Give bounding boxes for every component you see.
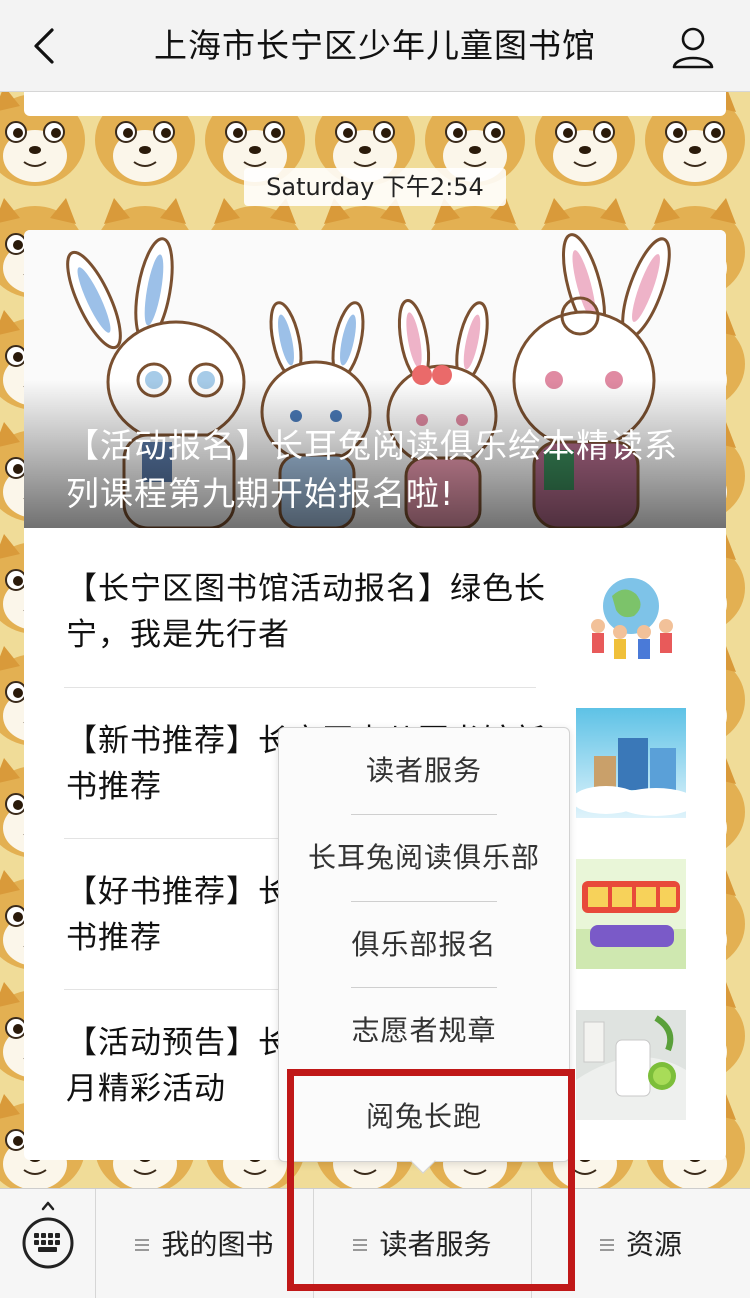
- previous-message-card-edge: [24, 92, 726, 116]
- keyboard-icon: [22, 1201, 74, 1269]
- navigation-bar: 上海市长宁区少年儿童图书馆: [0, 0, 750, 92]
- chat-timestamp: Saturday 下午2:54: [244, 168, 506, 206]
- keyboard-toggle-button[interactable]: [0, 1189, 96, 1298]
- books-clouds-thumbnail: [576, 708, 686, 818]
- submenu-item-volunteer-rules[interactable]: 志愿者规章: [279, 988, 569, 1074]
- chevron-left-icon[interactable]: [26, 24, 66, 68]
- hero-article-title[interactable]: 【活动报名】长耳兔阅读俱乐绘本精读系列课程第九期开始报名啦!: [66, 422, 686, 518]
- menu-button-resources[interactable]: 资源: [532, 1189, 750, 1298]
- summer-drink-thumbnail: [576, 1010, 686, 1120]
- menu-button-label: 读者服务: [379, 1228, 492, 1261]
- menu-button-label: 资源: [625, 1228, 682, 1261]
- article-list-item[interactable]: 【长宁区图书馆活动报名】绿色长宁，我是先行者: [24, 528, 726, 678]
- menu-button-reader-service[interactable]: 读者服务: [314, 1189, 532, 1298]
- menu-button-label: 我的图书: [161, 1228, 274, 1261]
- good-book-banner-thumbnail: [576, 859, 686, 969]
- reader-service-submenu: 读者服务 长耳兔阅读俱乐部 俱乐部报名 志愿者规章 阅兔长跑: [278, 727, 570, 1162]
- submenu-item-club-registration[interactable]: 俱乐部报名: [279, 902, 569, 988]
- menu-button-my-books[interactable]: 我的图书: [96, 1189, 314, 1298]
- hero-article[interactable]: 【活动报名】长耳兔阅读俱乐绘本精读系列课程第九期开始报名啦!: [24, 230, 726, 528]
- page-title: 上海市长宁区少年儿童图书馆: [154, 26, 596, 65]
- bottom-menu-bar: 我的图书 读者服务 资源: [0, 1188, 750, 1298]
- submenu-item-rabbit-reading-club[interactable]: 长耳兔阅读俱乐部: [279, 815, 569, 901]
- menu-lines-icon: [353, 1239, 368, 1251]
- menu-lines-icon: [599, 1239, 614, 1251]
- user-profile-icon[interactable]: [670, 24, 716, 70]
- article-item-title[interactable]: 【长宁区图书馆活动报名】绿色长宁，我是先行者: [66, 566, 546, 658]
- submenu-item-reader-service[interactable]: 读者服务: [279, 728, 569, 814]
- menu-lines-icon: [135, 1239, 150, 1251]
- submenu-item-rabbit-run[interactable]: 阅兔长跑: [279, 1074, 569, 1160]
- kids-globe-thumbnail: [576, 566, 686, 676]
